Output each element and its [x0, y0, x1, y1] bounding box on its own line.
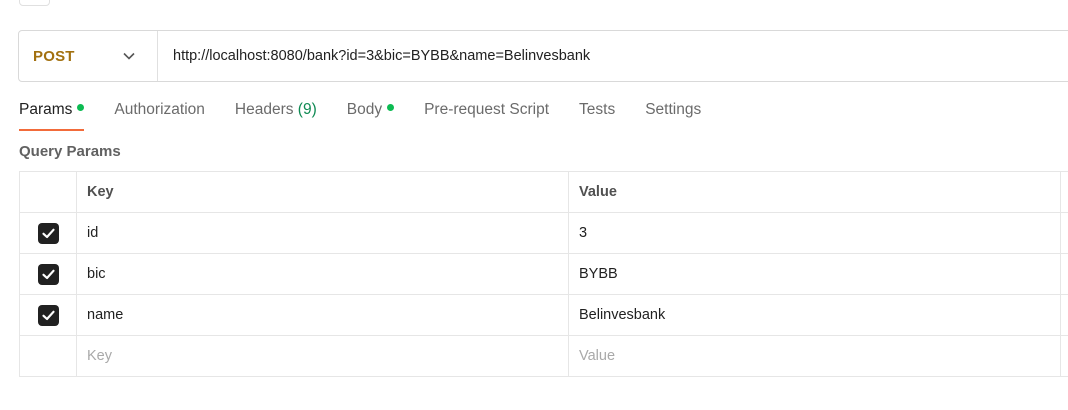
param-checkbox[interactable] — [37, 263, 59, 285]
tab-pre-request-script-label: Pre-request Script — [424, 101, 550, 118]
table-row-new: Key Value — [19, 335, 1068, 377]
new-param-key-input[interactable]: Key — [76, 335, 569, 377]
tab-authorization[interactable]: Authorization — [114, 96, 204, 131]
param-value[interactable]: 3 — [568, 212, 1061, 254]
chevron-down-icon — [123, 50, 135, 62]
row-extra-cell — [1060, 212, 1068, 254]
row-extra-cell — [1060, 335, 1068, 377]
tab-body[interactable]: Body — [346, 96, 395, 131]
param-key[interactable]: bic — [76, 253, 569, 295]
param-key[interactable]: name — [76, 294, 569, 336]
table-row: bic BYBB — [19, 253, 1068, 295]
tab-settings[interactable]: Settings — [645, 96, 701, 131]
param-checkbox[interactable] — [37, 304, 59, 326]
tab-settings-label: Settings — [645, 101, 702, 118]
query-params-table: Key Value id 3 bic BYBB name Belinvesban — [19, 171, 1068, 377]
status-dot-icon — [387, 104, 395, 112]
checkmark-icon — [41, 269, 55, 279]
method-label: POST — [33, 47, 75, 65]
table-header-row: Key Value — [19, 171, 1068, 213]
column-header-value: Value — [568, 171, 1061, 213]
row-check-cell — [19, 335, 77, 377]
param-key[interactable]: id — [76, 212, 569, 254]
tab-pre-request-script[interactable]: Pre-request Script — [424, 96, 549, 131]
tab-params-label: Params — [19, 101, 73, 118]
new-param-value-input[interactable]: Value — [568, 335, 1061, 377]
section-title: Query Params — [19, 143, 121, 160]
status-dot-icon — [77, 104, 85, 112]
param-value[interactable]: BYBB — [568, 253, 1061, 295]
tab-headers[interactable]: Headers (9) — [235, 96, 317, 131]
row-check-cell — [19, 212, 77, 254]
param-value[interactable]: Belinvesbank — [568, 294, 1061, 336]
tab-authorization-label: Authorization — [114, 101, 205, 118]
toolbar-button-stub[interactable] — [19, 0, 50, 6]
method-select[interactable]: POST — [19, 31, 158, 81]
tab-params[interactable]: Params — [19, 96, 85, 131]
request-tabs: Params Authorization Headers (9) Body Pr… — [19, 96, 731, 132]
row-check-cell — [19, 253, 77, 295]
row-extra-cell — [1060, 294, 1068, 336]
checkmark-icon — [41, 228, 55, 238]
tab-tests-label: Tests — [579, 101, 616, 118]
row-extra-cell — [1060, 253, 1068, 295]
headers-count-badge: (9) — [297, 101, 317, 118]
tab-tests[interactable]: Tests — [579, 96, 615, 131]
table-row: id 3 — [19, 212, 1068, 254]
row-check-cell — [19, 294, 77, 336]
table-row: name Belinvesbank — [19, 294, 1068, 336]
tab-body-label: Body — [346, 101, 383, 118]
request-bar: POST http://localhost:8080/bank?id=3&bic… — [18, 30, 1068, 82]
column-header-key: Key — [76, 171, 569, 213]
header-check-cell — [19, 171, 77, 213]
column-header-extra — [1060, 171, 1068, 213]
checkmark-icon — [41, 310, 55, 320]
url-input[interactable]: http://localhost:8080/bank?id=3&bic=BYBB… — [158, 31, 1068, 81]
tab-headers-label: Headers — [234, 101, 294, 118]
param-checkbox[interactable] — [37, 222, 59, 244]
